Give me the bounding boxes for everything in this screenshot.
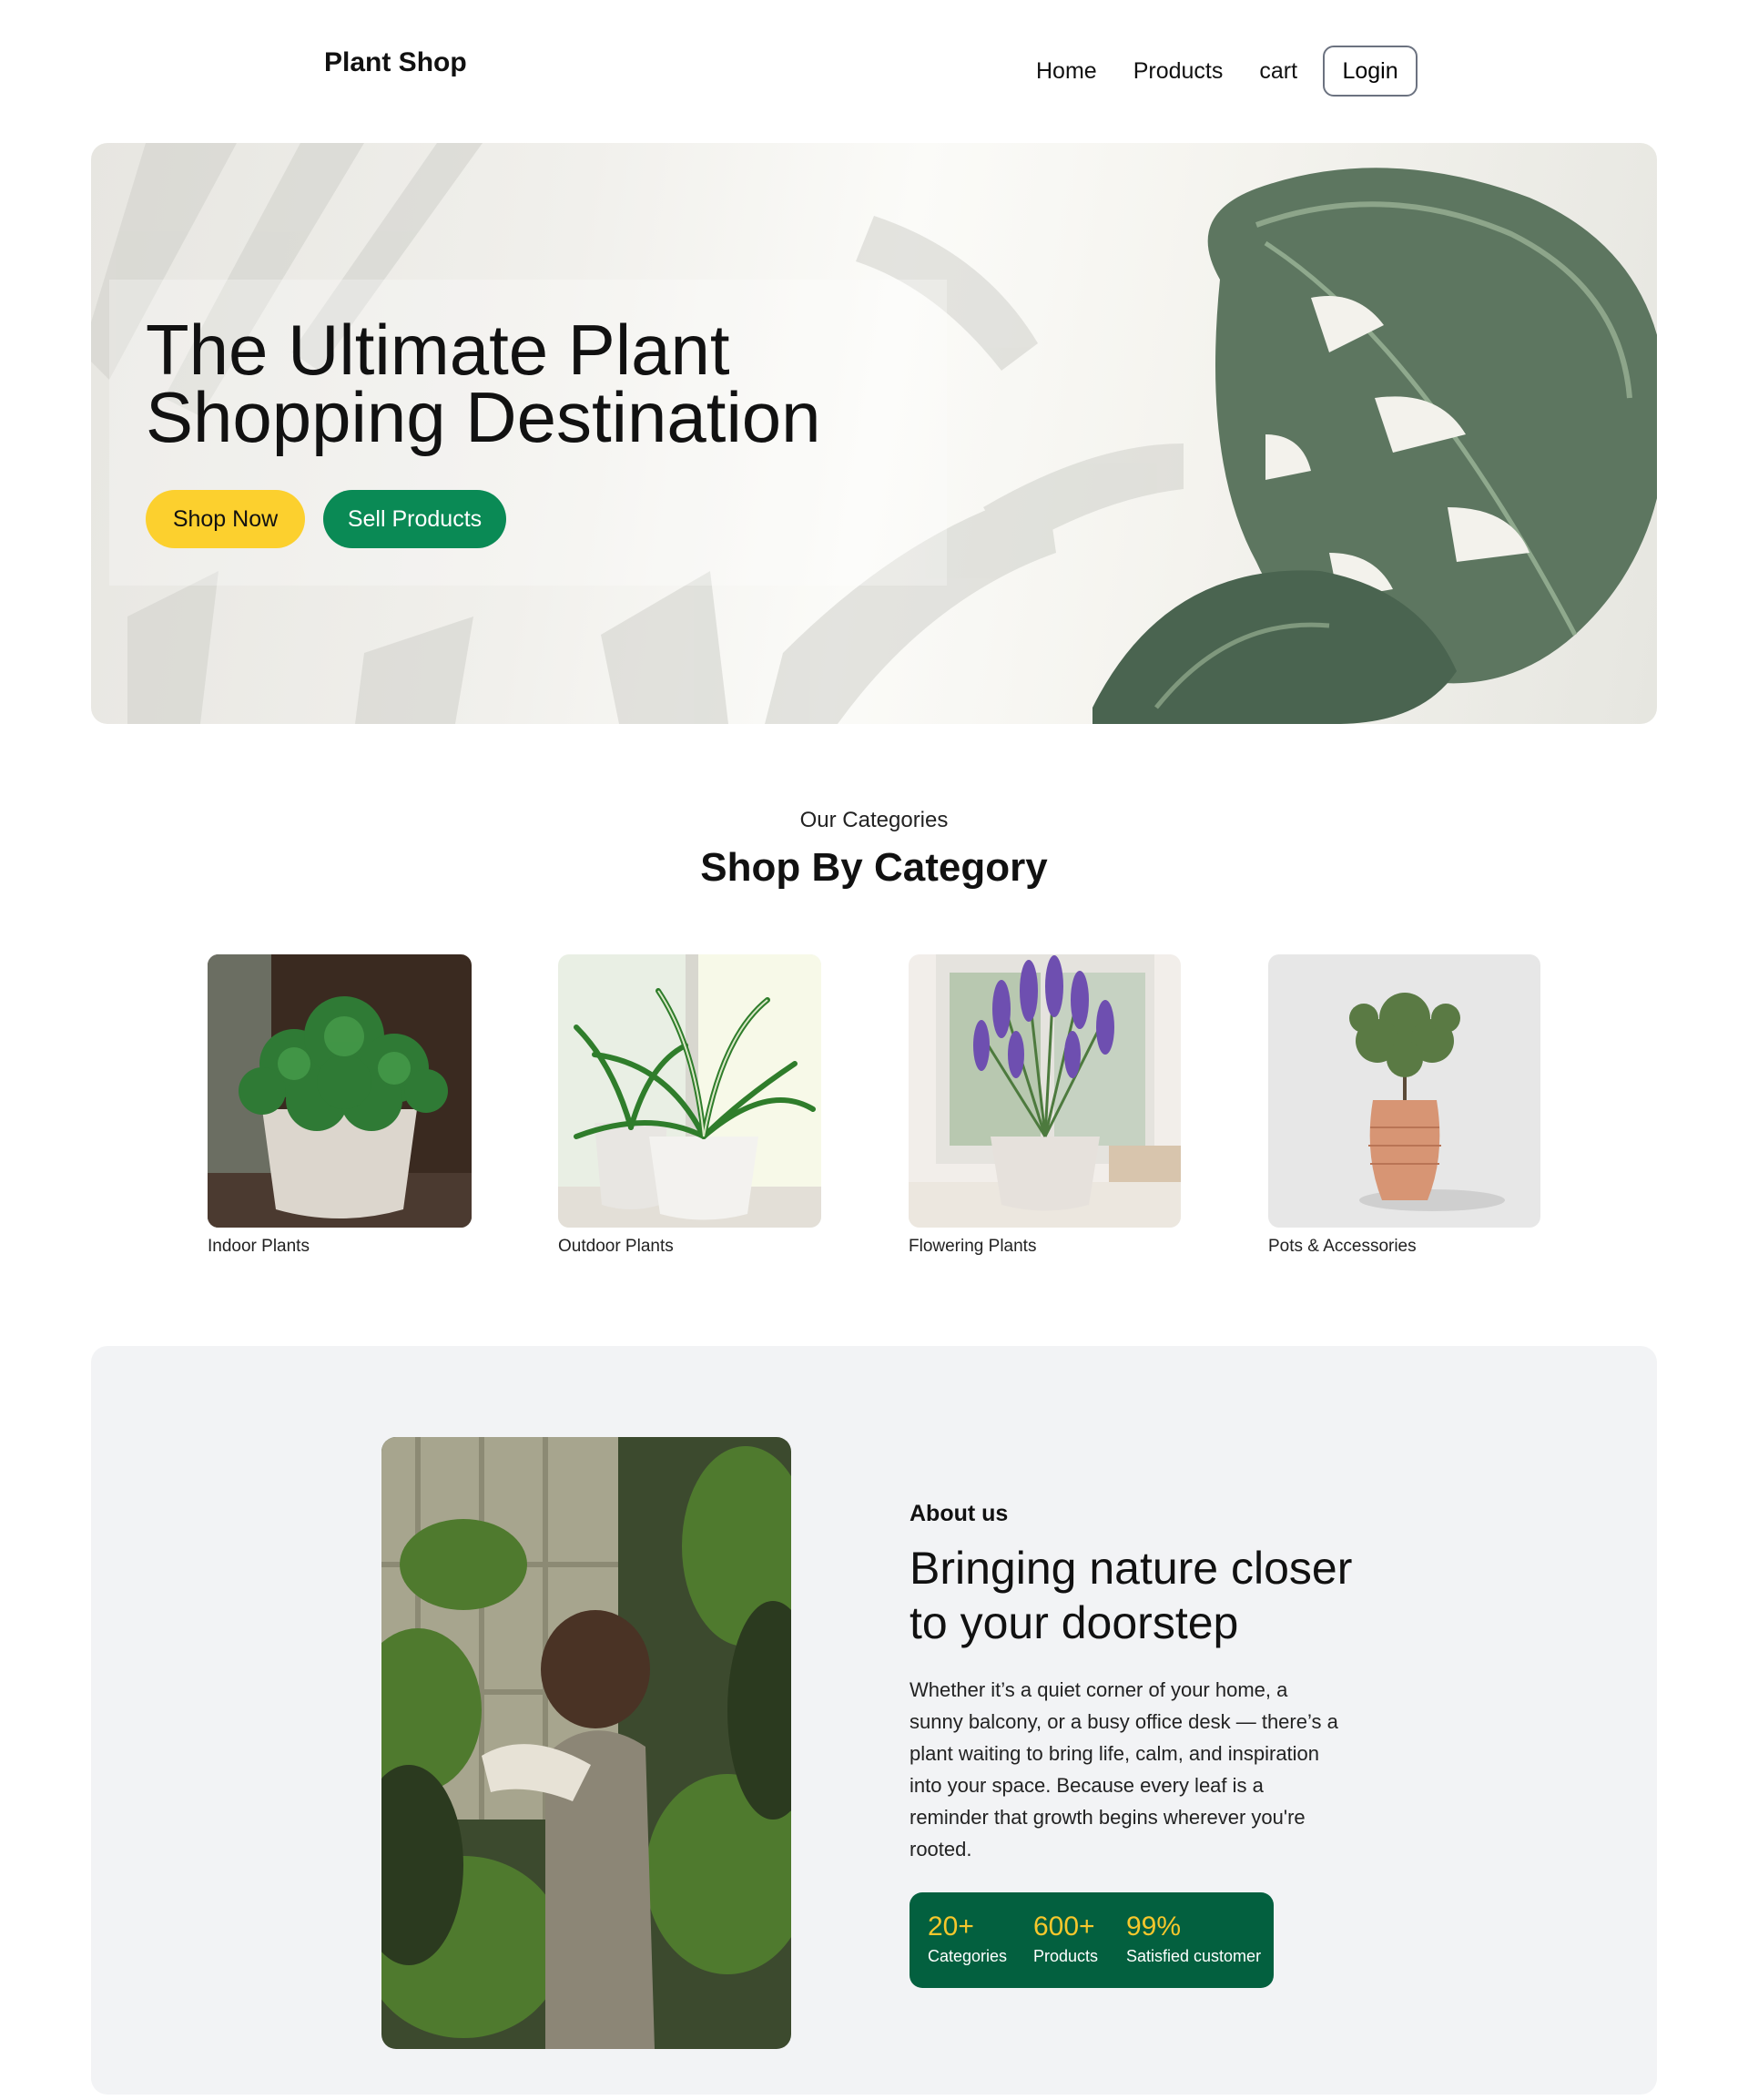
stat-value: 600+ <box>1033 1911 1095 1942</box>
stat-value: 99% <box>1126 1911 1182 1942</box>
category-label: Outdoor Plants <box>558 1237 674 1256</box>
categories-eyebrow: Our Categories <box>799 808 949 832</box>
nav-link-cart[interactable]: cart <box>1259 58 1297 85</box>
shop-now-button[interactable]: Shop Now <box>146 490 305 548</box>
category-card-pots[interactable]: Pots & Accessories <box>1268 954 1540 1257</box>
flowering-plant-image <box>909 954 1181 1228</box>
about-image <box>381 1437 791 2049</box>
nav-link-home[interactable]: Home <box>1036 58 1097 85</box>
stat-label: Products <box>1033 1947 1099 1965</box>
hero-banner: The Ultimate Plant Shopping Destination … <box>91 143 1657 724</box>
stats-panel: 20+ Categories 600+ Products 99% Satisfi… <box>910 1892 1274 1988</box>
about-title: Bringing nature closer to your doorstep <box>910 1541 1456 1650</box>
about-title-line-1: Bringing nature closer <box>910 1543 1353 1594</box>
about-description: Whether it’s a quiet corner of your home… <box>910 1678 1338 1860</box>
stat-label: Satisfied customer <box>1126 1947 1262 1965</box>
about-title-line-2: to your doorstep <box>910 1597 1239 1648</box>
stat-label: Categories <box>928 1947 1008 1965</box>
category-label: Indoor Plants <box>208 1237 310 1256</box>
about-eyebrow: About us <box>910 1501 1009 1526</box>
sell-products-button[interactable]: Sell Products <box>323 490 506 548</box>
nav-link-products[interactable]: Products <box>1133 58 1224 85</box>
hero-title-line-2: Shopping Destination <box>146 377 821 457</box>
hero-title: The Ultimate Plant Shopping Destination <box>146 314 929 453</box>
category-card-flowering[interactable]: Flowering Plants <box>909 954 1181 1257</box>
brand-logo[interactable]: Plant Shop <box>324 47 467 78</box>
about-section: About us Bringing nature closer to your … <box>91 1346 1657 2095</box>
pots-accessories-image <box>1268 954 1540 1228</box>
stat-categories: 20+ Categories <box>928 1912 1007 1966</box>
outdoor-plant-image <box>558 954 821 1228</box>
login-button[interactable]: Login <box>1323 46 1418 97</box>
stat-products: 600+ Products <box>1033 1912 1098 1966</box>
nav-links: Home Products cart Login <box>1036 46 1418 97</box>
top-nav: Plant Shop Home Products cart Login <box>0 0 1748 137</box>
category-label: Pots & Accessories <box>1268 1237 1417 1256</box>
categories-heading: Shop By Category <box>700 845 1048 890</box>
stat-satisfied: 99% Satisfied customer <box>1126 1912 1261 1966</box>
stat-value: 20+ <box>928 1911 974 1942</box>
category-card-indoor[interactable]: Indoor Plants <box>208 954 472 1257</box>
category-card-outdoor[interactable]: Outdoor Plants <box>558 954 821 1257</box>
indoor-plant-image <box>208 954 472 1228</box>
category-label: Flowering Plants <box>909 1237 1037 1256</box>
